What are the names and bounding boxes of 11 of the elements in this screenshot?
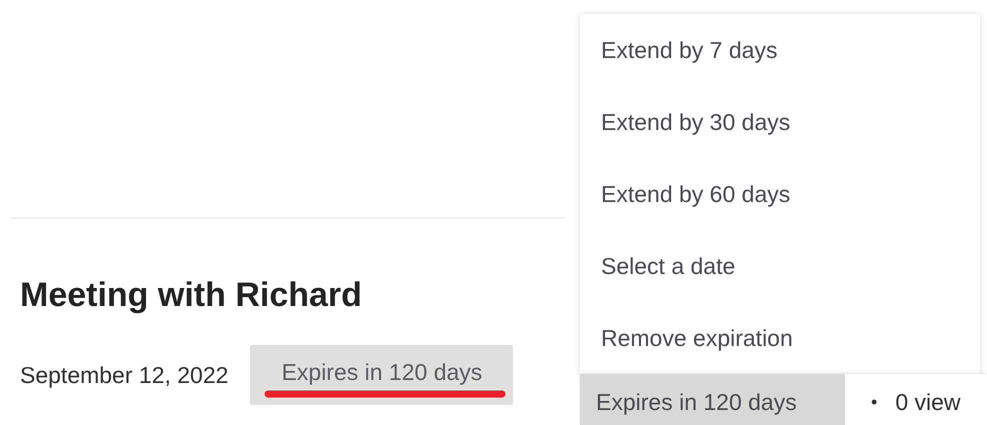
- menu-item[interactable]: Select a date: [580, 230, 980, 302]
- document-title: Meeting with Richard: [20, 275, 363, 316]
- menu-item[interactable]: Remove expiration: [580, 302, 980, 374]
- date-text: September 12, 2022: [20, 362, 228, 388]
- separator-dot: •: [871, 391, 878, 413]
- views-count: 0 view: [895, 388, 961, 416]
- expiry-button[interactable]: Expires in 120 days: [580, 374, 845, 425]
- menu-item[interactable]: Extend by 60 days: [580, 158, 980, 230]
- expiry-button[interactable]: Expires in 120 days: [250, 345, 514, 405]
- menu-item[interactable]: Extend by 30 days: [580, 86, 980, 158]
- menu-item[interactable]: Extend by 7 days: [580, 14, 980, 86]
